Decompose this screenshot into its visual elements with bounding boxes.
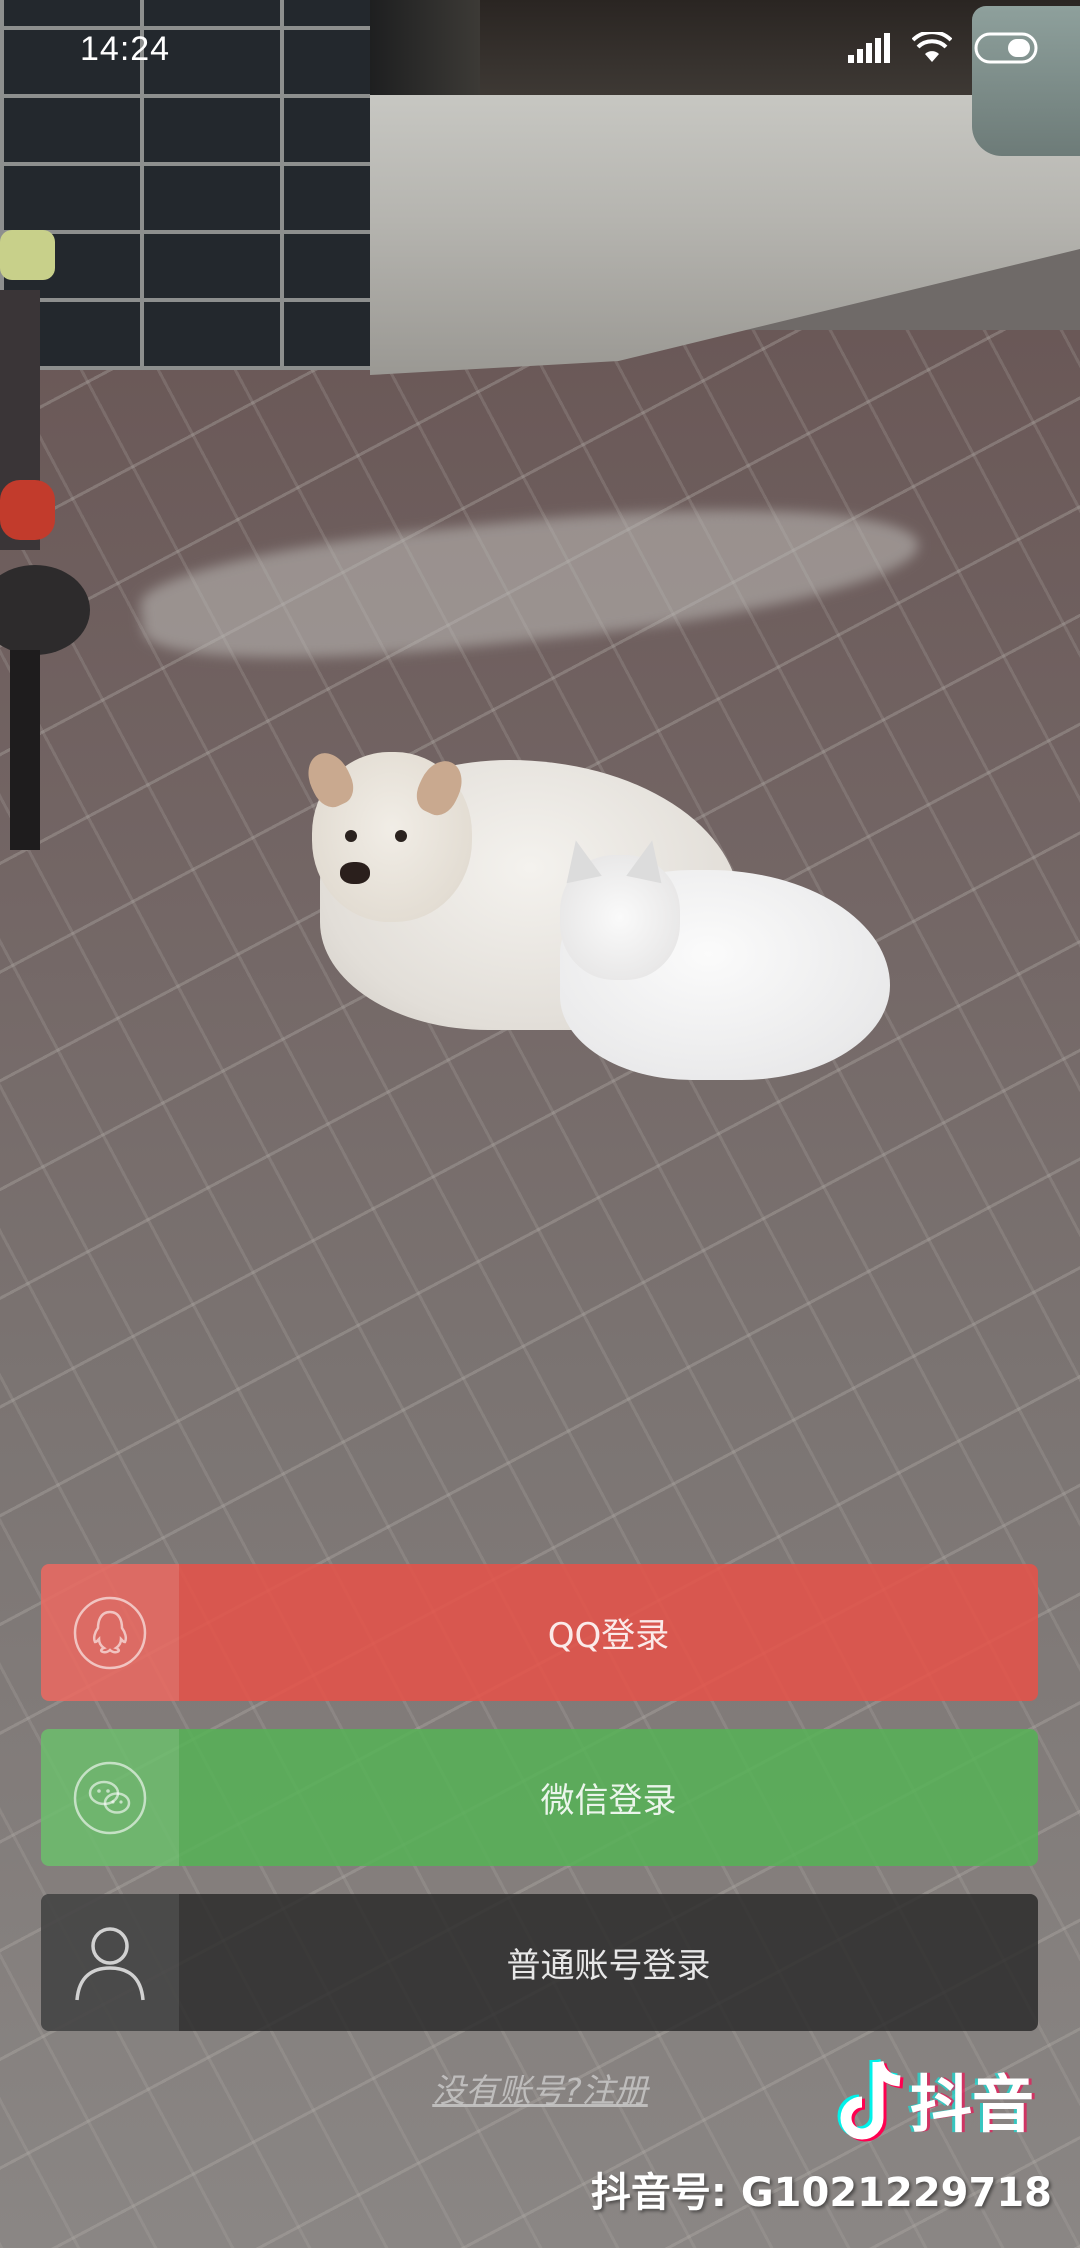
status-time: 14:24: [80, 30, 171, 68]
tiktok-app-name: 抖音: [910, 2068, 1035, 2141]
qq-login-button[interactable]: QQ登录: [41, 1564, 1038, 1701]
scooter: [0, 230, 90, 850]
qq-icon-cell: [41, 1564, 179, 1701]
wifi-icon: [912, 32, 952, 62]
wechat-icon: [73, 1761, 147, 1834]
login-screen: 14:24 QQ登录 微信登录 普通账号登录 没有账号?注册 抖音 抖音号: G…: [0, 0, 1080, 2248]
status-bar: 14:24: [0, 0, 1080, 100]
dog-nose: [340, 862, 370, 884]
account-login-button[interactable]: 普通账号登录: [41, 1894, 1038, 2031]
status-icons: [848, 32, 1042, 64]
user-icon: [75, 1926, 145, 2000]
qq-icon: [73, 1596, 147, 1669]
signal-icon: [848, 33, 890, 63]
account-login-label: 普通账号登录: [506, 1946, 711, 1986]
dog-eye: [345, 830, 357, 842]
battery-icon: [974, 32, 1038, 64]
dog-eye: [395, 830, 407, 842]
tiktok-account-id: 抖音号: G1021229718: [590, 2170, 1052, 2216]
wechat-login-label: 微信登录: [540, 1781, 677, 1821]
wechat-icon-cell: [41, 1729, 179, 1866]
account-icon-cell: [41, 1894, 179, 2031]
wechat-login-button[interactable]: 微信登录: [41, 1729, 1038, 1866]
qq-login-label: QQ登录: [547, 1616, 670, 1656]
